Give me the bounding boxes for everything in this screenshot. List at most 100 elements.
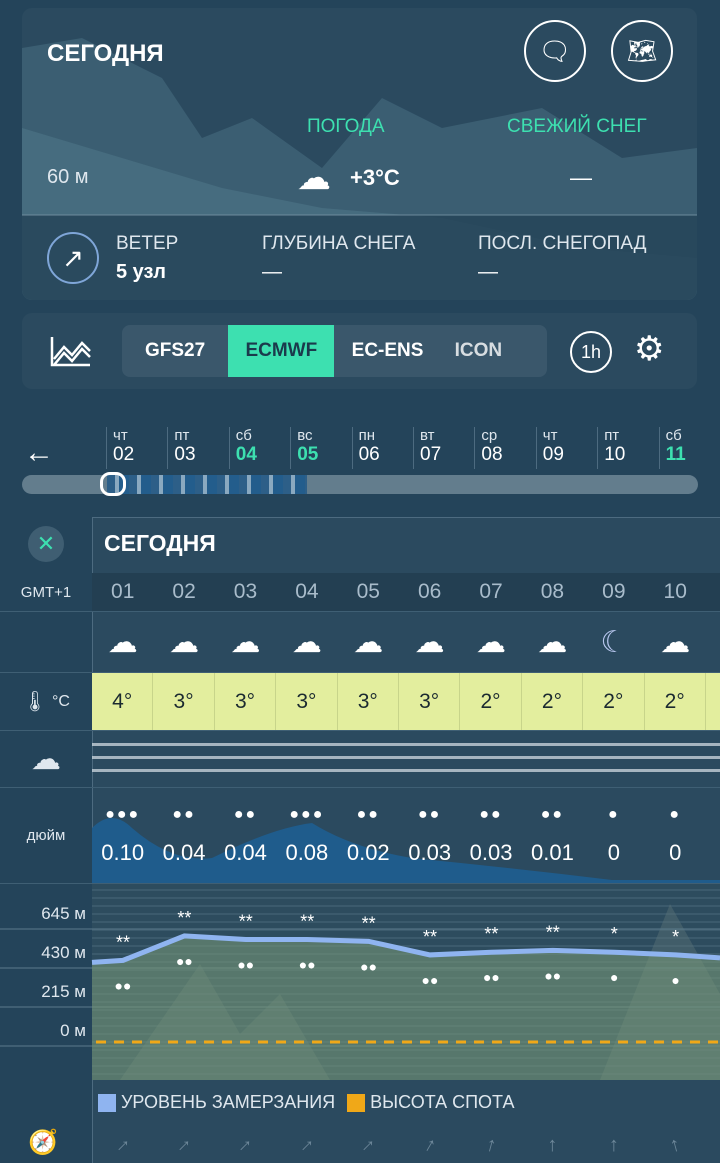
snowflake-icon: ** [116, 932, 130, 952]
precip-cell: ●● 0.03 [399, 788, 460, 883]
precip-value: 0.10 [101, 839, 145, 865]
cloud-rain-icon: ☁ [353, 625, 384, 659]
precip-value: 0.04 [162, 839, 206, 865]
legend-swatch-spot [347, 1093, 366, 1112]
interval-button[interactable]: 1h [570, 331, 612, 373]
wind-label: ВЕТЕР [116, 233, 179, 254]
chat-button[interactable]: 🗨 [524, 20, 586, 82]
temperature-cell: 2° [583, 673, 645, 730]
elevation: 60 м [47, 166, 89, 188]
wind-direction-icon: ↗ [47, 232, 99, 284]
tab-icon[interactable]: ICON [441, 325, 547, 377]
temperature-cell: 2° [645, 673, 706, 730]
wind-direction-row: ↑ ↑ ↑ ↑ ↑ ↑ ↑ ↑ ↑ ↑ [92, 1128, 706, 1163]
cloud-rain-icon: ☁ [414, 625, 445, 659]
y-tick-label: 0 м [60, 1021, 86, 1040]
day-11[interactable]: сб 11 [658, 427, 719, 469]
day-number: 06 [358, 444, 380, 465]
weather-icons-row: ☁ ☁ ☁ ☁ ☁ ☁ ☁ ☁ ☾ ☁ [92, 612, 706, 672]
precip-value: 0.03 [408, 839, 452, 865]
hour-cell: 04 [295, 580, 319, 603]
precip-value: 0 [607, 839, 620, 865]
precip-value: 0.04 [224, 839, 267, 865]
hour-cell: 08 [540, 580, 565, 603]
day-06[interactable]: пн 06 [351, 427, 412, 469]
fresh-snow-value: — [570, 165, 592, 190]
thermometer-icon: 🌡 [22, 691, 48, 713]
day-weekday: пт [604, 427, 620, 444]
day-04[interactable]: сб 04 [228, 427, 289, 469]
day-number: 03 [174, 444, 196, 465]
cloud-cover-layers [92, 738, 720, 778]
precip-unit-label: дюйм [26, 827, 66, 844]
temperature-cell: 3° [276, 673, 338, 730]
cloud-rain-icon: ☁ [476, 625, 507, 659]
cloud-rain-icon: ☁ [291, 625, 322, 659]
last-snowfall-label: ПОСЛ. СНЕГОПАД [478, 233, 647, 254]
day-02[interactable]: чт 02 [106, 427, 166, 469]
day-number: 09 [542, 444, 564, 465]
precip-cell: ● 0 [583, 788, 644, 883]
day-number: 02 [113, 444, 135, 465]
day-05[interactable]: вс 05 [290, 427, 350, 469]
y-tick-label: 430 м [41, 943, 86, 962]
raindrop-icon: ● [671, 972, 679, 988]
day-weekday: чт [542, 427, 558, 444]
wind-arrow-icon: ↑ [111, 1133, 135, 1157]
day-number: 10 [604, 444, 626, 465]
tab-ec-ens[interactable]: EC-ENS [334, 325, 440, 377]
raindrop-icon: ●● [540, 805, 565, 823]
back-arrow-icon[interactable]: ← [24, 436, 54, 470]
raindrop-icon: ●● [483, 969, 500, 985]
current-temperature: +3°C [350, 165, 400, 190]
day-weekday: сб [235, 427, 252, 444]
temperature-cell: 4° [92, 673, 154, 730]
day-weekday: сб [665, 427, 682, 444]
day-03[interactable]: пт 03 [167, 427, 227, 469]
hour-cell: 07 [479, 580, 503, 603]
precip-cell: ●● 0.02 [338, 788, 399, 883]
day-07[interactable]: вт 07 [413, 427, 473, 469]
temperature-cell: 3° [215, 673, 277, 730]
day-weekday: ср [481, 427, 498, 444]
hour-cell: 02 [172, 580, 196, 603]
compass-icon: 🧭 [28, 1129, 58, 1156]
raindrop-icon: ●●● [289, 805, 325, 823]
raindrop-icon: ●● [172, 805, 196, 823]
map-button[interactable]: 🗺 [611, 20, 673, 82]
y-tick-label: 215 м [41, 982, 86, 1001]
day-08[interactable]: ср 08 [474, 427, 534, 469]
tab-gfs27[interactable]: GFS27 [122, 325, 228, 377]
freezing-level-chart: 645 м430 м215 м0 м**●●**●●**●●**●●**●●**… [0, 884, 720, 1080]
wind-value: 5 узл [116, 261, 166, 283]
snowflake-icon: ** [362, 913, 376, 933]
wind-arrow-icon: ↑ [483, 1133, 499, 1157]
timeline-handle[interactable] [100, 472, 126, 496]
cloud-cover-icon: ☁ [31, 742, 61, 776]
hour-cell: 03 [233, 580, 258, 603]
raindrop-icon: ● [610, 969, 618, 985]
precip-cell: ● 0 [645, 788, 706, 883]
raindrop-icon: ●● [422, 972, 439, 988]
snowflake-icon: ** [546, 922, 560, 942]
cloud-rain-icon: ☁ [660, 625, 691, 659]
day-10[interactable]: пт 10 [597, 427, 657, 469]
cloud-icon: ☁ [297, 159, 331, 197]
day-number: 11 [665, 444, 686, 465]
temperature-row: 4° 3° 3° 3° 3° 3° 2° 2° 2° 2° [92, 673, 720, 730]
raindrop-icon: ●● [479, 805, 503, 823]
fresh-snow-label: СВЕЖИЙ СНЕГ [507, 116, 647, 137]
close-icon[interactable]: ✕ [28, 526, 64, 562]
cloud-rain-icon: ☁ [537, 625, 568, 659]
chart-icon[interactable] [50, 335, 92, 367]
precip-cell: ●●● 0.10 [92, 788, 153, 883]
settings-gear-icon[interactable]: ⚙ [634, 329, 664, 369]
tab-ecmwf[interactable]: ECMWF [228, 325, 335, 377]
hour-cell: 05 [356, 580, 380, 603]
wind-arrow-icon: ↑ [420, 1133, 440, 1158]
snowflake-icon: * [672, 927, 679, 947]
day-09[interactable]: чт 09 [535, 427, 596, 469]
last-snowfall-value: — [478, 261, 498, 283]
legend-spot-height: ВЫСОТА СПОТА [370, 1092, 515, 1112]
snowflake-icon: ** [423, 927, 437, 947]
